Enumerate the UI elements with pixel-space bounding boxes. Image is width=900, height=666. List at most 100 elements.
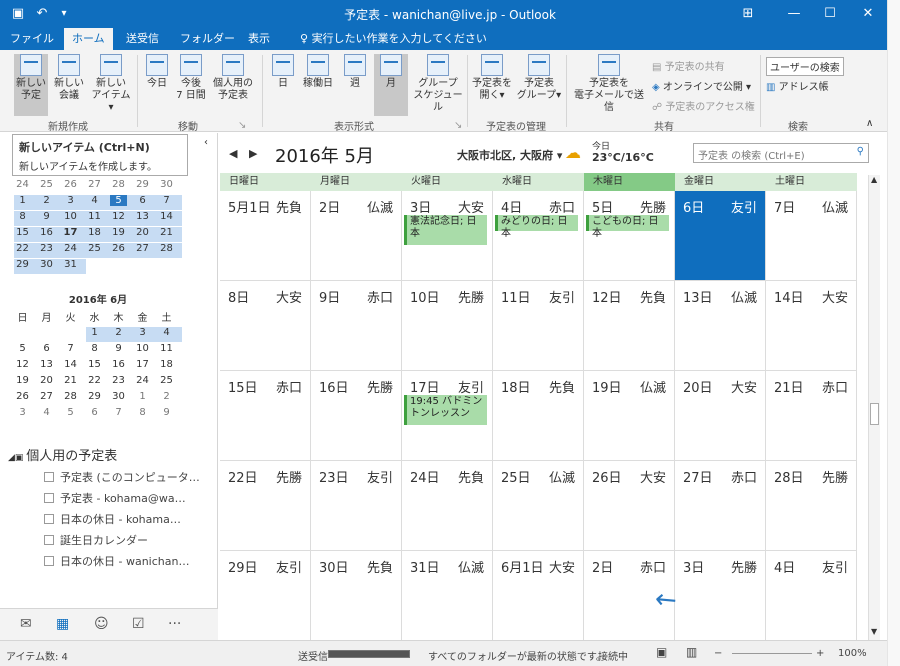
tab-send-receive[interactable]: 送受信 — [118, 28, 167, 50]
mini-cal-day[interactable]: 27 — [86, 179, 103, 190]
mini-cal-day[interactable]: 16 — [38, 227, 55, 238]
mini-cal-day[interactable]: 12 — [14, 359, 31, 370]
mini-cal-day[interactable]: 30 — [158, 179, 175, 190]
mini-cal-day[interactable]: 5 — [62, 407, 79, 418]
mini-cal-day[interactable]: 18 — [158, 359, 175, 370]
next-month-icon[interactable]: ▶ — [249, 147, 257, 160]
mini-cal-day[interactable]: 28 — [158, 243, 175, 254]
folder-item[interactable]: 日本の休日 - wanichan… — [44, 553, 189, 569]
mini-cal-day[interactable]: 24 — [62, 243, 79, 254]
mini-cal-day[interactable]: 8 — [14, 211, 31, 222]
checkbox[interactable] — [44, 514, 54, 524]
mini-cal-day[interactable]: 8 — [134, 407, 151, 418]
dialog-launcher-icon[interactable]: ↘ — [454, 120, 462, 131]
collapse-pane-icon[interactable]: ‹ — [204, 137, 208, 148]
day-cell[interactable]: 4日 友引 — [766, 551, 857, 641]
mini-cal-day[interactable]: 3 — [62, 195, 79, 206]
mini-cal-day[interactable]: 4 — [38, 407, 55, 418]
publish-online-button[interactable]: ◈ オンラインで公開 ▾ — [652, 78, 751, 93]
mini-cal-day[interactable]: 1 — [14, 195, 31, 206]
mini-cal-day[interactable]: 7 — [62, 343, 79, 354]
calendar-icon[interactable]: ▦ — [56, 616, 69, 632]
day-cell[interactable]: 20日 大安 — [675, 371, 766, 461]
folder-item[interactable]: 予定表 - kohama@wa… — [44, 490, 186, 506]
mini-cal-day[interactable]: 17 — [62, 227, 79, 238]
mini-cal-day[interactable]: 13 — [134, 211, 151, 222]
day-cell[interactable]: 7日 仏滅 — [766, 191, 857, 281]
mini-cal-day[interactable]: 14 — [158, 211, 175, 222]
collapse-ribbon-icon[interactable]: ∧ — [866, 118, 873, 129]
mini-cal-day[interactable]: 7 — [158, 195, 175, 206]
mini-cal-day[interactable]: 27 — [38, 391, 55, 402]
location-selector[interactable]: 大阪市北区, 大阪府 ▾ — [457, 147, 562, 163]
mini-cal-day[interactable]: 3 — [134, 327, 151, 338]
share-calendar-button[interactable]: ▤ 予定表の共有 — [652, 58, 725, 73]
vertical-scrollbar[interactable]: ▲ ▼ — [868, 175, 880, 640]
mini-cal-day[interactable]: 7 — [110, 407, 127, 418]
mail-icon[interactable]: ✉ — [20, 616, 32, 632]
day-cell[interactable]: 11日 友引 — [493, 281, 584, 371]
day-cell[interactable]: 31日 仏滅 — [402, 551, 493, 641]
next-7-days-button[interactable]: 今後 7 日間 — [174, 54, 208, 116]
day-cell[interactable]: 3日 先勝 — [675, 551, 766, 641]
mini-cal-day[interactable]: 25 — [38, 179, 55, 190]
mini-cal-day[interactable]: 26 — [110, 243, 127, 254]
day-cell[interactable]: 8日 大安 — [220, 281, 311, 371]
mini-cal-day[interactable]: 10 — [62, 211, 79, 222]
tab-home[interactable]: ホーム — [64, 28, 113, 50]
zoom-in-icon[interactable]: + — [816, 648, 824, 659]
mini-cal-day[interactable]: 9 — [38, 211, 55, 222]
mini-cal-day[interactable]: 15 — [14, 227, 31, 238]
view-month-button[interactable]: 月 — [374, 54, 408, 116]
day-cell[interactable]: 19日 仏滅 — [584, 371, 675, 461]
mini-cal-day[interactable]: 17 — [134, 359, 151, 370]
day-cell[interactable]: 27日 赤口 — [675, 461, 766, 551]
mini-cal-day[interactable]: 14 — [62, 359, 79, 370]
day-cell[interactable]: 21日 赤口 — [766, 371, 857, 461]
mini-cal-day[interactable]: 31 — [62, 259, 79, 270]
mini-cal-day[interactable]: 28 — [110, 179, 127, 190]
day-cell[interactable]: 9日 赤口 — [311, 281, 402, 371]
day-cell[interactable]: 16日 先勝 — [311, 371, 402, 461]
view-week-button[interactable]: 週 — [340, 54, 370, 116]
ribbon-display-icon[interactable]: ⊞ — [736, 4, 760, 24]
open-calendar-button[interactable]: 予定表を 開く▾ — [470, 54, 514, 116]
mini-cal-day[interactable]: 12 — [110, 211, 127, 222]
tab-file[interactable]: ファイル — [2, 28, 62, 50]
tab-folder[interactable]: フォルダー — [172, 28, 243, 50]
day-cell[interactable]: 22日 先勝 — [220, 461, 311, 551]
mini-cal-day[interactable]: 1 — [86, 327, 103, 338]
day-cell[interactable]: 26日 大安 — [584, 461, 675, 551]
mini-cal-day[interactable]: 25 — [158, 375, 175, 386]
mini-cal-day[interactable]: 23 — [110, 375, 127, 386]
tasks-icon[interactable]: ☑ — [132, 616, 145, 632]
day-cell[interactable]: 29日 友引 — [220, 551, 311, 641]
folder-item[interactable]: 日本の休日 - kohama… — [44, 511, 181, 527]
calendar-event[interactable]: 憲法記念日; 日本 — [404, 215, 487, 245]
day-cell[interactable]: 28日 先勝 — [766, 461, 857, 551]
day-cell[interactable]: 2日 仏滅 — [311, 191, 402, 281]
mini-cal-day[interactable]: 24 — [134, 375, 151, 386]
zoom-slider[interactable] — [732, 653, 812, 654]
mini-cal-day[interactable]: 13 — [38, 359, 55, 370]
mini-cal-day[interactable]: 1 — [134, 391, 151, 402]
mini-cal-day[interactable]: 26 — [14, 391, 31, 402]
normal-view-icon[interactable]: ▣ — [656, 645, 667, 659]
zoom-out-icon[interactable]: − — [714, 648, 722, 659]
calendar-groups-button[interactable]: 予定表 グループ▾ — [516, 54, 562, 116]
day-cell[interactable]: 23日 友引 — [311, 461, 402, 551]
mini-cal-day[interactable]: 9 — [158, 407, 175, 418]
mini-cal-day[interactable]: 2 — [158, 391, 175, 402]
mini-cal-day[interactable]: 6 — [134, 195, 151, 206]
mini-cal-day[interactable]: 8 — [86, 343, 103, 354]
scrollbar-thumb[interactable] — [870, 403, 879, 425]
mini-cal-day[interactable]: 19 — [14, 375, 31, 386]
day-cell[interactable]: 12日 先負 — [584, 281, 675, 371]
prev-month-icon[interactable]: ◀ — [229, 147, 237, 160]
day-cell[interactable]: 10日 先勝 — [402, 281, 493, 371]
day-cell[interactable]: 5月1日 先負 — [220, 191, 311, 281]
mini-cal-day[interactable]: 29 — [134, 179, 151, 190]
view-workweek-button[interactable]: 稼働日 — [300, 54, 336, 116]
more-icon[interactable]: ··· — [168, 616, 181, 632]
dialog-launcher-icon[interactable]: ↘ — [238, 120, 246, 131]
